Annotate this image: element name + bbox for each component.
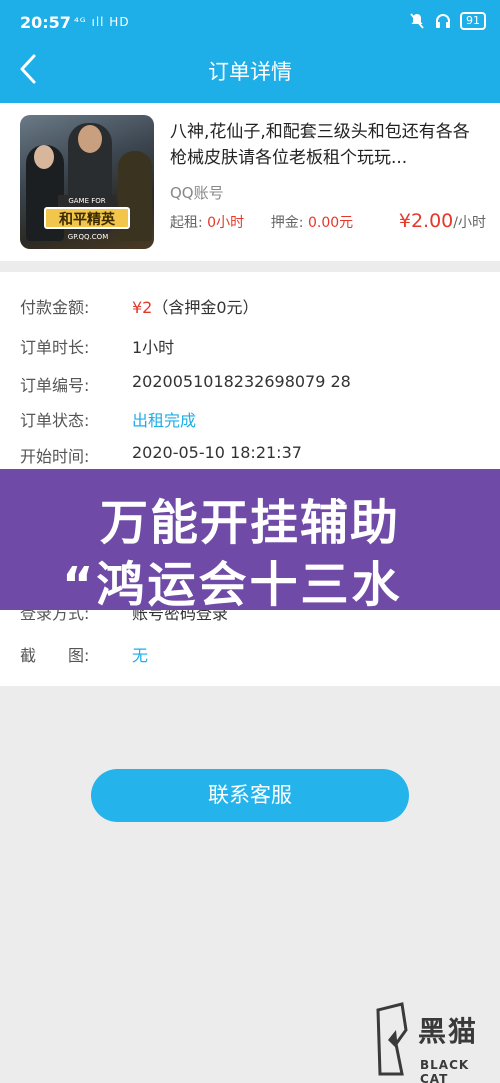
payment-value: ¥2（含押金0元） xyxy=(132,294,259,318)
product-title: 八神,花仙子,和配套三级头和包还有各各枪械皮肤请各位老板租个玩玩... xyxy=(170,122,470,168)
product-thumbnail: GAME FOR PEACE 和平精英 GP.QQ.COM xyxy=(20,115,154,249)
thumbnail-banner: GAME FOR PEACE xyxy=(58,195,116,217)
contact-service-button[interactable]: 联系客服 xyxy=(91,769,409,822)
deposit-label: 押金: xyxy=(270,215,304,231)
payment-note: （含押金0元） xyxy=(152,298,259,317)
rent-terms: 起租: 0小时 押金: 0.00元 xyxy=(170,212,353,232)
order-no-label: 订单编号: xyxy=(20,376,90,395)
status-time: 20:57 xyxy=(20,13,71,32)
overlay-line-2: “鸿运会十三水 xyxy=(62,557,403,610)
price: ¥2.00/小时 xyxy=(399,210,486,232)
screenshot-row: 截 图: 无 xyxy=(20,642,148,666)
page-title: 订单详情 xyxy=(208,60,292,84)
order-no-value[interactable]: 2020051018232698079 28 xyxy=(132,372,351,391)
payment-label: 付款金额: xyxy=(20,298,90,317)
duration-label: 订单时长: xyxy=(20,338,90,357)
product-card[interactable]: GAME FOR PEACE 和平精英 GP.QQ.COM 八神,花仙子,和配套… xyxy=(0,103,500,261)
rent-start-value: 0小时 xyxy=(207,215,245,231)
duration-value: 1小时 xyxy=(132,338,175,357)
price-value: ¥2.00 xyxy=(398,210,454,232)
status-value: 出租完成 xyxy=(132,411,197,430)
status-bar: 20:57 ⁴ᴳ ıll HD 91 xyxy=(0,0,500,46)
thumbnail-site: GP.QQ.COM xyxy=(67,233,109,241)
account-type: QQ账号 xyxy=(170,184,224,202)
price-unit: /小时 xyxy=(453,215,486,231)
watermark-en: BLACK CAT xyxy=(420,1058,470,1083)
network-indicator: ⁴ᴳ ıll HD xyxy=(74,15,130,29)
screenshot-value[interactable]: 无 xyxy=(132,642,148,666)
payment-row: 付款金额: ¥2（含押金0元） xyxy=(20,294,259,318)
screenshot-label: 截 图: xyxy=(20,646,90,665)
status-icons: 91 xyxy=(408,12,486,30)
payment-amount: ¥2 xyxy=(132,298,153,317)
start-value: 2020-05-10 18:21:37 xyxy=(132,443,302,462)
overlay-banner: 万能开挂辅助 “鸿运会十三水 xyxy=(0,469,500,610)
game-logo: 和平精英 xyxy=(44,207,130,229)
watermark: 黑猫 BLACK CAT xyxy=(372,1000,500,1083)
battery-indicator: 91 xyxy=(460,12,486,30)
order-no-row: 订单编号: 2020051018232698079 28 xyxy=(20,372,351,396)
headset-icon xyxy=(436,14,450,28)
black-cat-logo-icon xyxy=(376,1002,408,1076)
rent-start-label: 起租: xyxy=(170,215,203,231)
deposit-value: 0.00元 xyxy=(307,215,354,231)
start-time-row: 开始时间: 2020-05-10 18:21:37 xyxy=(20,443,302,467)
duration-row: 订单时长: 1小时 xyxy=(20,334,174,358)
status-label: 订单状态: xyxy=(20,411,90,430)
watermark-cn: 黑猫 xyxy=(418,1015,479,1048)
overlay-line-1: 万能开挂辅助 xyxy=(99,495,400,551)
start-label: 开始时间: xyxy=(20,447,90,466)
app-header: 20:57 ⁴ᴳ ıll HD 91 订单详情 xyxy=(0,0,500,103)
status-row: 订单状态: 出租完成 xyxy=(20,407,196,431)
mute-icon xyxy=(410,13,424,29)
